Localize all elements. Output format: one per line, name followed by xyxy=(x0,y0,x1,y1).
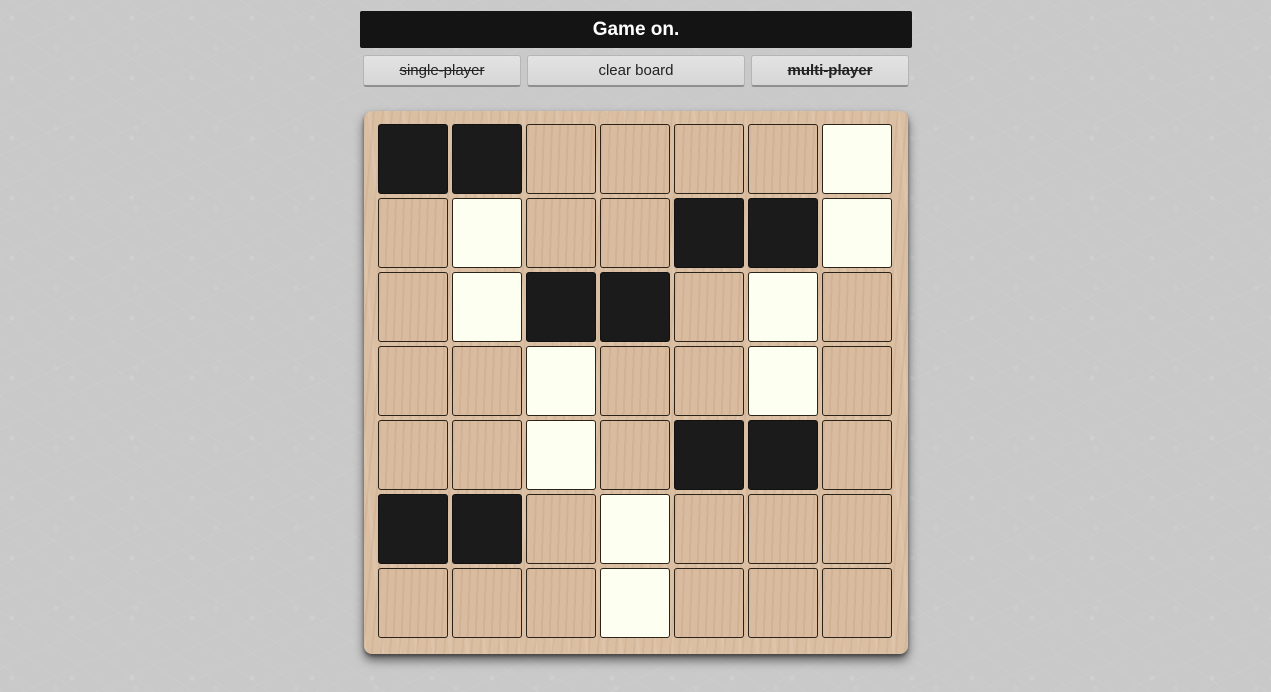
board-cell-r7-c4-white[interactable] xyxy=(600,568,670,638)
clear-board-label: clear board xyxy=(598,62,674,79)
board-cell-r2-c1-empty[interactable] xyxy=(378,198,448,268)
board-cell-r6-c6-empty[interactable] xyxy=(748,494,818,564)
board-cell-r1-c3-empty[interactable] xyxy=(526,124,596,194)
board-cell-r7-c3-empty[interactable] xyxy=(526,568,596,638)
board-cell-r4-c5-empty[interactable] xyxy=(674,346,744,416)
board-cell-r7-c5-empty[interactable] xyxy=(674,568,744,638)
multi-player-button[interactable]: multi-player xyxy=(751,55,909,87)
board-cell-r4-c7-empty[interactable] xyxy=(822,346,892,416)
board-cell-r3-c7-empty[interactable] xyxy=(822,272,892,342)
board-cell-r7-c6-empty[interactable] xyxy=(748,568,818,638)
multi-player-label: multi-player xyxy=(787,62,873,79)
board-cell-r7-c7-empty[interactable] xyxy=(822,568,892,638)
board-cell-r5-c4-empty[interactable] xyxy=(600,420,670,490)
board-cell-r4-c4-empty[interactable] xyxy=(600,346,670,416)
board-cell-r4-c1-empty[interactable] xyxy=(378,346,448,416)
board-cell-r2-c6-black[interactable] xyxy=(748,198,818,268)
board-cell-r5-c7-empty[interactable] xyxy=(822,420,892,490)
board-cell-r3-c1-empty[interactable] xyxy=(378,272,448,342)
board-cell-r5-c6-black[interactable] xyxy=(748,420,818,490)
board-cell-r7-c2-empty[interactable] xyxy=(452,568,522,638)
board-cell-r3-c4-black[interactable] xyxy=(600,272,670,342)
board-cell-r6-c2-black[interactable] xyxy=(452,494,522,564)
board-cell-r5-c5-black[interactable] xyxy=(674,420,744,490)
board-cell-r6-c5-empty[interactable] xyxy=(674,494,744,564)
board-cell-r4-c2-empty[interactable] xyxy=(452,346,522,416)
board-cell-r1-c5-empty[interactable] xyxy=(674,124,744,194)
board-cell-r2-c3-empty[interactable] xyxy=(526,198,596,268)
board-cell-r1-c7-white[interactable] xyxy=(822,124,892,194)
board-cell-r3-c2-white[interactable] xyxy=(452,272,522,342)
board-cell-r3-c5-empty[interactable] xyxy=(674,272,744,342)
board-cell-r5-c2-empty[interactable] xyxy=(452,420,522,490)
board-cell-r4-c3-white[interactable] xyxy=(526,346,596,416)
board-cell-r3-c6-white[interactable] xyxy=(748,272,818,342)
board-cell-r6-c4-white[interactable] xyxy=(600,494,670,564)
board-cell-r2-c5-black[interactable] xyxy=(674,198,744,268)
clear-board-button[interactable]: clear board xyxy=(527,55,745,87)
board-cell-r3-c3-black[interactable] xyxy=(526,272,596,342)
board-cell-r2-c7-white[interactable] xyxy=(822,198,892,268)
board-cell-r1-c1-black[interactable] xyxy=(378,124,448,194)
board-cell-r2-c2-white[interactable] xyxy=(452,198,522,268)
board-cell-r1-c4-empty[interactable] xyxy=(600,124,670,194)
status-bar: Game on. xyxy=(360,11,912,48)
board-cell-r5-c1-empty[interactable] xyxy=(378,420,448,490)
board-cell-r1-c6-empty[interactable] xyxy=(748,124,818,194)
single-player-button[interactable]: single-player xyxy=(363,55,521,87)
board-cell-r5-c3-white[interactable] xyxy=(526,420,596,490)
board-cell-r6-c3-empty[interactable] xyxy=(526,494,596,564)
board-cell-r7-c1-empty[interactable] xyxy=(378,568,448,638)
status-text: Game on. xyxy=(592,18,680,40)
board-cell-r6-c1-black[interactable] xyxy=(378,494,448,564)
game-board xyxy=(364,111,908,654)
single-player-label: single-player xyxy=(399,62,485,79)
board-cell-r2-c4-empty[interactable] xyxy=(600,198,670,268)
board-cell-r1-c2-black[interactable] xyxy=(452,124,522,194)
board-cell-r6-c7-empty[interactable] xyxy=(822,494,892,564)
board-cell-r4-c6-white[interactable] xyxy=(748,346,818,416)
